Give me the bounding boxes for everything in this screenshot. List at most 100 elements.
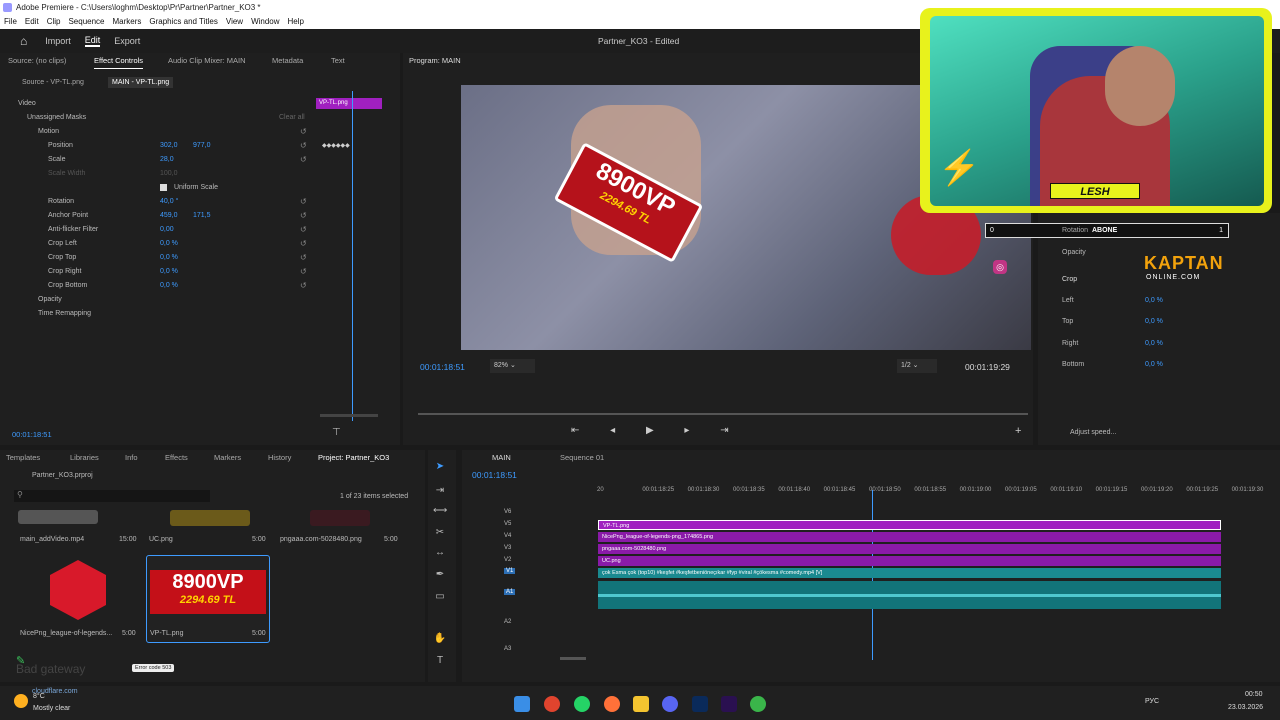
- reset-icon[interactable]: ↺: [300, 251, 307, 265]
- reset-icon[interactable]: ↺: [300, 279, 307, 293]
- menu-file[interactable]: File: [0, 15, 21, 29]
- tab-effects[interactable]: Effects: [165, 450, 188, 466]
- unassigned-masks[interactable]: Unassigned Masks: [27, 111, 86, 125]
- tab-libraries[interactable]: Libraries: [70, 450, 99, 466]
- menu-window[interactable]: Window: [247, 15, 283, 29]
- chrome2-icon[interactable]: [750, 696, 766, 712]
- tab-history[interactable]: History: [268, 450, 291, 466]
- zoom-select[interactable]: 82% ⌄: [490, 359, 535, 373]
- tab-effect-controls[interactable]: Effect Controls: [94, 53, 144, 69]
- anchor-y[interactable]: 171,5: [193, 209, 211, 223]
- clip-audio[interactable]: [598, 581, 1221, 609]
- transport-controls[interactable]: ⇤ ◂ ▶ ▸ ⇥: [571, 425, 743, 436]
- whatsapp-icon[interactable]: [574, 696, 590, 712]
- lang[interactable]: РУС: [1145, 698, 1159, 705]
- ripple-edit-icon[interactable]: ⟷: [433, 504, 447, 518]
- clip-nicepng[interactable]: NicePng_league-of-legends-png_174865.png: [598, 532, 1221, 542]
- tab-info[interactable]: Info: [125, 450, 138, 466]
- tab-audio-mixer[interactable]: Audio Clip Mixer: MAIN: [168, 53, 246, 69]
- crop-right-value[interactable]: 0,0 %: [160, 265, 178, 279]
- reset-icon[interactable]: ↺: [300, 223, 307, 237]
- thumb-addvideo[interactable]: [18, 510, 98, 524]
- source-clip-label[interactable]: Source - VP-TL.png: [22, 79, 84, 86]
- add-button-icon[interactable]: +: [1015, 425, 1021, 437]
- track-v1[interactable]: V1: [504, 568, 516, 574]
- track-a1[interactable]: A1: [504, 589, 516, 595]
- tab-markers[interactable]: Markers: [214, 450, 241, 466]
- menu-sequence[interactable]: Sequence: [64, 15, 108, 29]
- firefox-icon[interactable]: [604, 696, 620, 712]
- search-input[interactable]: ⚲: [14, 490, 210, 502]
- clear-all-button[interactable]: Clear all: [279, 111, 305, 125]
- razor-icon[interactable]: ✂: [433, 526, 447, 540]
- premiere-icon[interactable]: [721, 696, 737, 712]
- ec-zoom-slider[interactable]: [320, 414, 378, 417]
- menu-help[interactable]: Help: [284, 15, 308, 29]
- track-v5[interactable]: V5: [504, 521, 511, 527]
- rp-crop[interactable]: Crop: [1062, 276, 1077, 283]
- ec-timecode[interactable]: 00:01:18:51: [12, 430, 52, 439]
- home-icon[interactable]: ⌂: [20, 34, 27, 48]
- menu-markers[interactable]: Markers: [109, 15, 146, 29]
- thumb-pngaaa[interactable]: [310, 510, 370, 526]
- rp-right-value[interactable]: 0,0 %: [1145, 340, 1163, 347]
- time-remap-label[interactable]: Time Remapping: [38, 307, 91, 321]
- reset-icon[interactable]: ↺: [300, 265, 307, 279]
- discord-icon[interactable]: [662, 696, 678, 712]
- reset-icon[interactable]: ↺: [300, 195, 307, 209]
- track-v3[interactable]: V3: [504, 545, 511, 551]
- clip-video[interactable]: çok Esma çok (top10) #keşfet #keşfetbeni…: [598, 568, 1221, 578]
- timeline-ruler[interactable]: 20 00:01:18:25 00:01:18:30 00:01:18:35 00:01…: [597, 487, 1277, 499]
- clip-vptl[interactable]: VP-TL.png: [598, 520, 1221, 530]
- motion-label[interactable]: Motion: [38, 125, 59, 139]
- adjust-speed-button[interactable]: Adjust speed...: [1070, 429, 1116, 436]
- clock-date[interactable]: 23.03.2026: [1228, 704, 1263, 711]
- track-select-icon[interactable]: ⇥: [433, 484, 447, 498]
- rectangle-icon[interactable]: ▭: [433, 590, 447, 604]
- start-icon[interactable]: [514, 696, 530, 712]
- timeline-zoom[interactable]: [560, 657, 586, 660]
- position-x[interactable]: 302,0: [160, 139, 178, 153]
- timeline-timecode[interactable]: 00:01:18:51: [472, 470, 517, 480]
- program-scrubber[interactable]: [418, 413, 1028, 415]
- tab-project[interactable]: Project: Partner_KO3: [318, 450, 389, 466]
- menu-edit[interactable]: Edit: [21, 15, 43, 29]
- weather-desc[interactable]: Mostly clear: [33, 705, 70, 712]
- tab-templates[interactable]: Templates: [6, 450, 40, 466]
- track-v4[interactable]: V4: [504, 533, 511, 539]
- type-icon[interactable]: T: [433, 654, 447, 668]
- track-v2[interactable]: V2: [504, 557, 511, 563]
- reset-icon[interactable]: ↺: [300, 209, 307, 223]
- crop-bottom-value[interactable]: 0,0 %: [160, 279, 178, 293]
- track-a2[interactable]: A2: [504, 619, 511, 625]
- main-clip-label[interactable]: MAIN - VP-TL.png: [108, 77, 174, 88]
- selection-tool-icon[interactable]: ➤: [433, 460, 447, 474]
- position-y[interactable]: 977,0: [193, 139, 211, 153]
- reset-icon[interactable]: ↺: [300, 237, 307, 251]
- thumb-uc[interactable]: [170, 510, 250, 526]
- track-v6[interactable]: V6: [504, 509, 511, 515]
- ws-edit[interactable]: Edit: [84, 35, 101, 47]
- opacity-label[interactable]: Opacity: [38, 293, 62, 307]
- keyframe-icon[interactable]: ◆◆◆◆◆◆: [322, 139, 350, 153]
- clock-time[interactable]: 00:50: [1245, 691, 1263, 698]
- scale-value[interactable]: 28,0: [160, 153, 174, 167]
- clip-uc[interactable]: UC.png: [598, 556, 1221, 566]
- rp-bottom-value[interactable]: 0,0 %: [1145, 361, 1163, 368]
- antiflicker-value[interactable]: 0,00: [160, 223, 174, 237]
- crop-top-value[interactable]: 0,0 %: [160, 251, 178, 265]
- slip-icon[interactable]: ↔: [433, 546, 447, 560]
- rp-left-value[interactable]: 0,0 %: [1145, 297, 1163, 304]
- tab-source[interactable]: Source: (no clips): [8, 53, 66, 69]
- menu-view[interactable]: View: [222, 15, 247, 29]
- rp-top-value[interactable]: 0,0 %: [1145, 318, 1163, 325]
- tab-sequence01[interactable]: Sequence 01: [560, 450, 604, 466]
- reset-icon[interactable]: ↺: [300, 139, 307, 153]
- explorer-icon[interactable]: [633, 696, 649, 712]
- tab-text[interactable]: Text: [331, 53, 345, 69]
- track-a3[interactable]: A3: [504, 646, 511, 652]
- reset-icon[interactable]: ↺: [300, 125, 307, 139]
- rp-opacity[interactable]: Opacity: [1062, 249, 1086, 256]
- chrome-icon[interactable]: [544, 696, 560, 712]
- photoshop-icon[interactable]: [692, 696, 708, 712]
